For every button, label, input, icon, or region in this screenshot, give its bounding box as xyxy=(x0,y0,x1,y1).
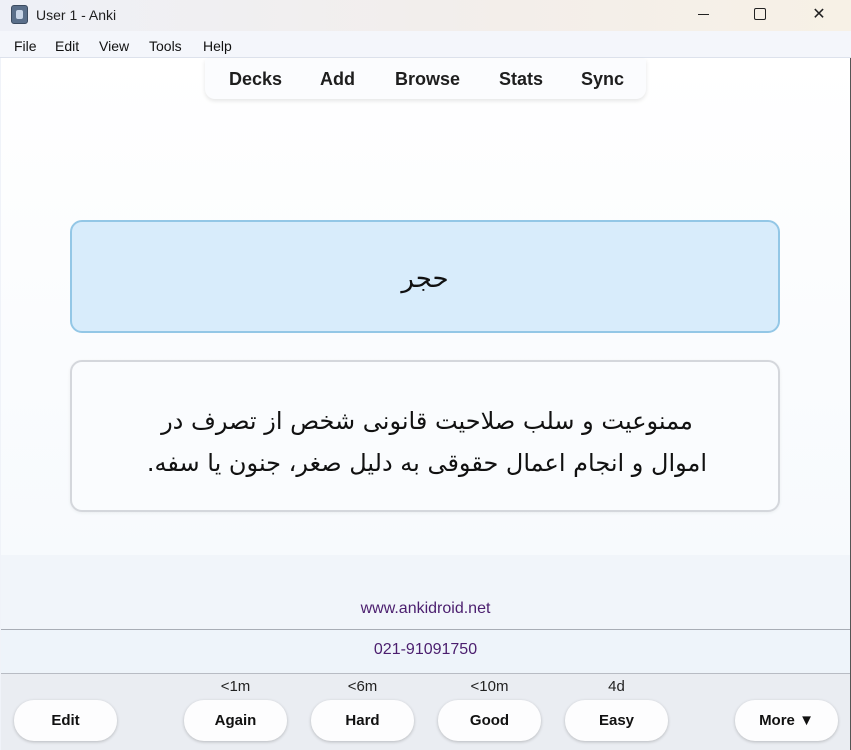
menu-help[interactable]: Help xyxy=(203,38,232,54)
phone-number: 021-91091750 xyxy=(373,641,478,658)
hard-interval: <6m xyxy=(347,678,378,695)
card-front: حجر xyxy=(70,220,780,333)
easy-button[interactable]: Easy xyxy=(565,700,668,741)
again-interval: <1m xyxy=(220,678,251,695)
close-button[interactable]: ✕ xyxy=(796,0,842,31)
menu-bar: File Edit View Tools Help xyxy=(0,31,851,58)
card-front-text: حجر xyxy=(401,264,449,294)
again-button[interactable]: Again xyxy=(184,700,287,741)
edit-button[interactable]: Edit xyxy=(14,700,117,741)
website-link[interactable]: www.ankidroid.net xyxy=(0,600,851,618)
window-title: User 1 - Anki xyxy=(36,7,117,23)
card-back-text: ممنوعیت و سلب صلاحیت قانونی شخص از تصرف … xyxy=(122,400,732,484)
minimize-button[interactable] xyxy=(681,0,727,31)
anki-app-icon xyxy=(11,5,28,24)
toolbar-sync[interactable]: Sync xyxy=(581,69,624,90)
maximize-button[interactable] xyxy=(737,0,783,31)
card-back: ممنوعیت و سلب صلاحیت قانونی شخص از تصرف … xyxy=(70,360,780,512)
toolbar-stats[interactable]: Stats xyxy=(499,69,543,90)
good-button[interactable]: Good xyxy=(438,700,541,741)
toolbar-browse[interactable]: Browse xyxy=(395,69,460,90)
menu-edit[interactable]: Edit xyxy=(55,38,79,54)
toolbar-decks[interactable]: Decks xyxy=(229,69,282,90)
maximize-icon xyxy=(754,8,766,20)
card-back-line-2: اموال و انجام اعمال حقوقی به دلیل صغر، ج… xyxy=(146,449,708,477)
menu-tools[interactable]: Tools xyxy=(149,38,182,54)
minimize-icon xyxy=(698,14,709,15)
easy-interval: 4d xyxy=(608,678,625,695)
more-button[interactable]: More ▼ xyxy=(735,700,838,741)
answer-bar xyxy=(1,674,850,750)
good-interval: <10m xyxy=(470,678,509,695)
title-bar: User 1 - Anki ✕ xyxy=(0,0,851,31)
card-back-line-1: ممنوعیت و سلب صلاحیت قانونی شخص از تصرف … xyxy=(161,407,693,435)
close-icon: ✕ xyxy=(812,6,826,23)
hard-button[interactable]: Hard xyxy=(311,700,414,741)
menu-file[interactable]: File xyxy=(14,38,37,54)
main-toolbar: Decks Add Browse Stats Sync xyxy=(205,59,646,99)
toolbar-add[interactable]: Add xyxy=(320,69,355,90)
menu-view[interactable]: View xyxy=(99,38,129,54)
